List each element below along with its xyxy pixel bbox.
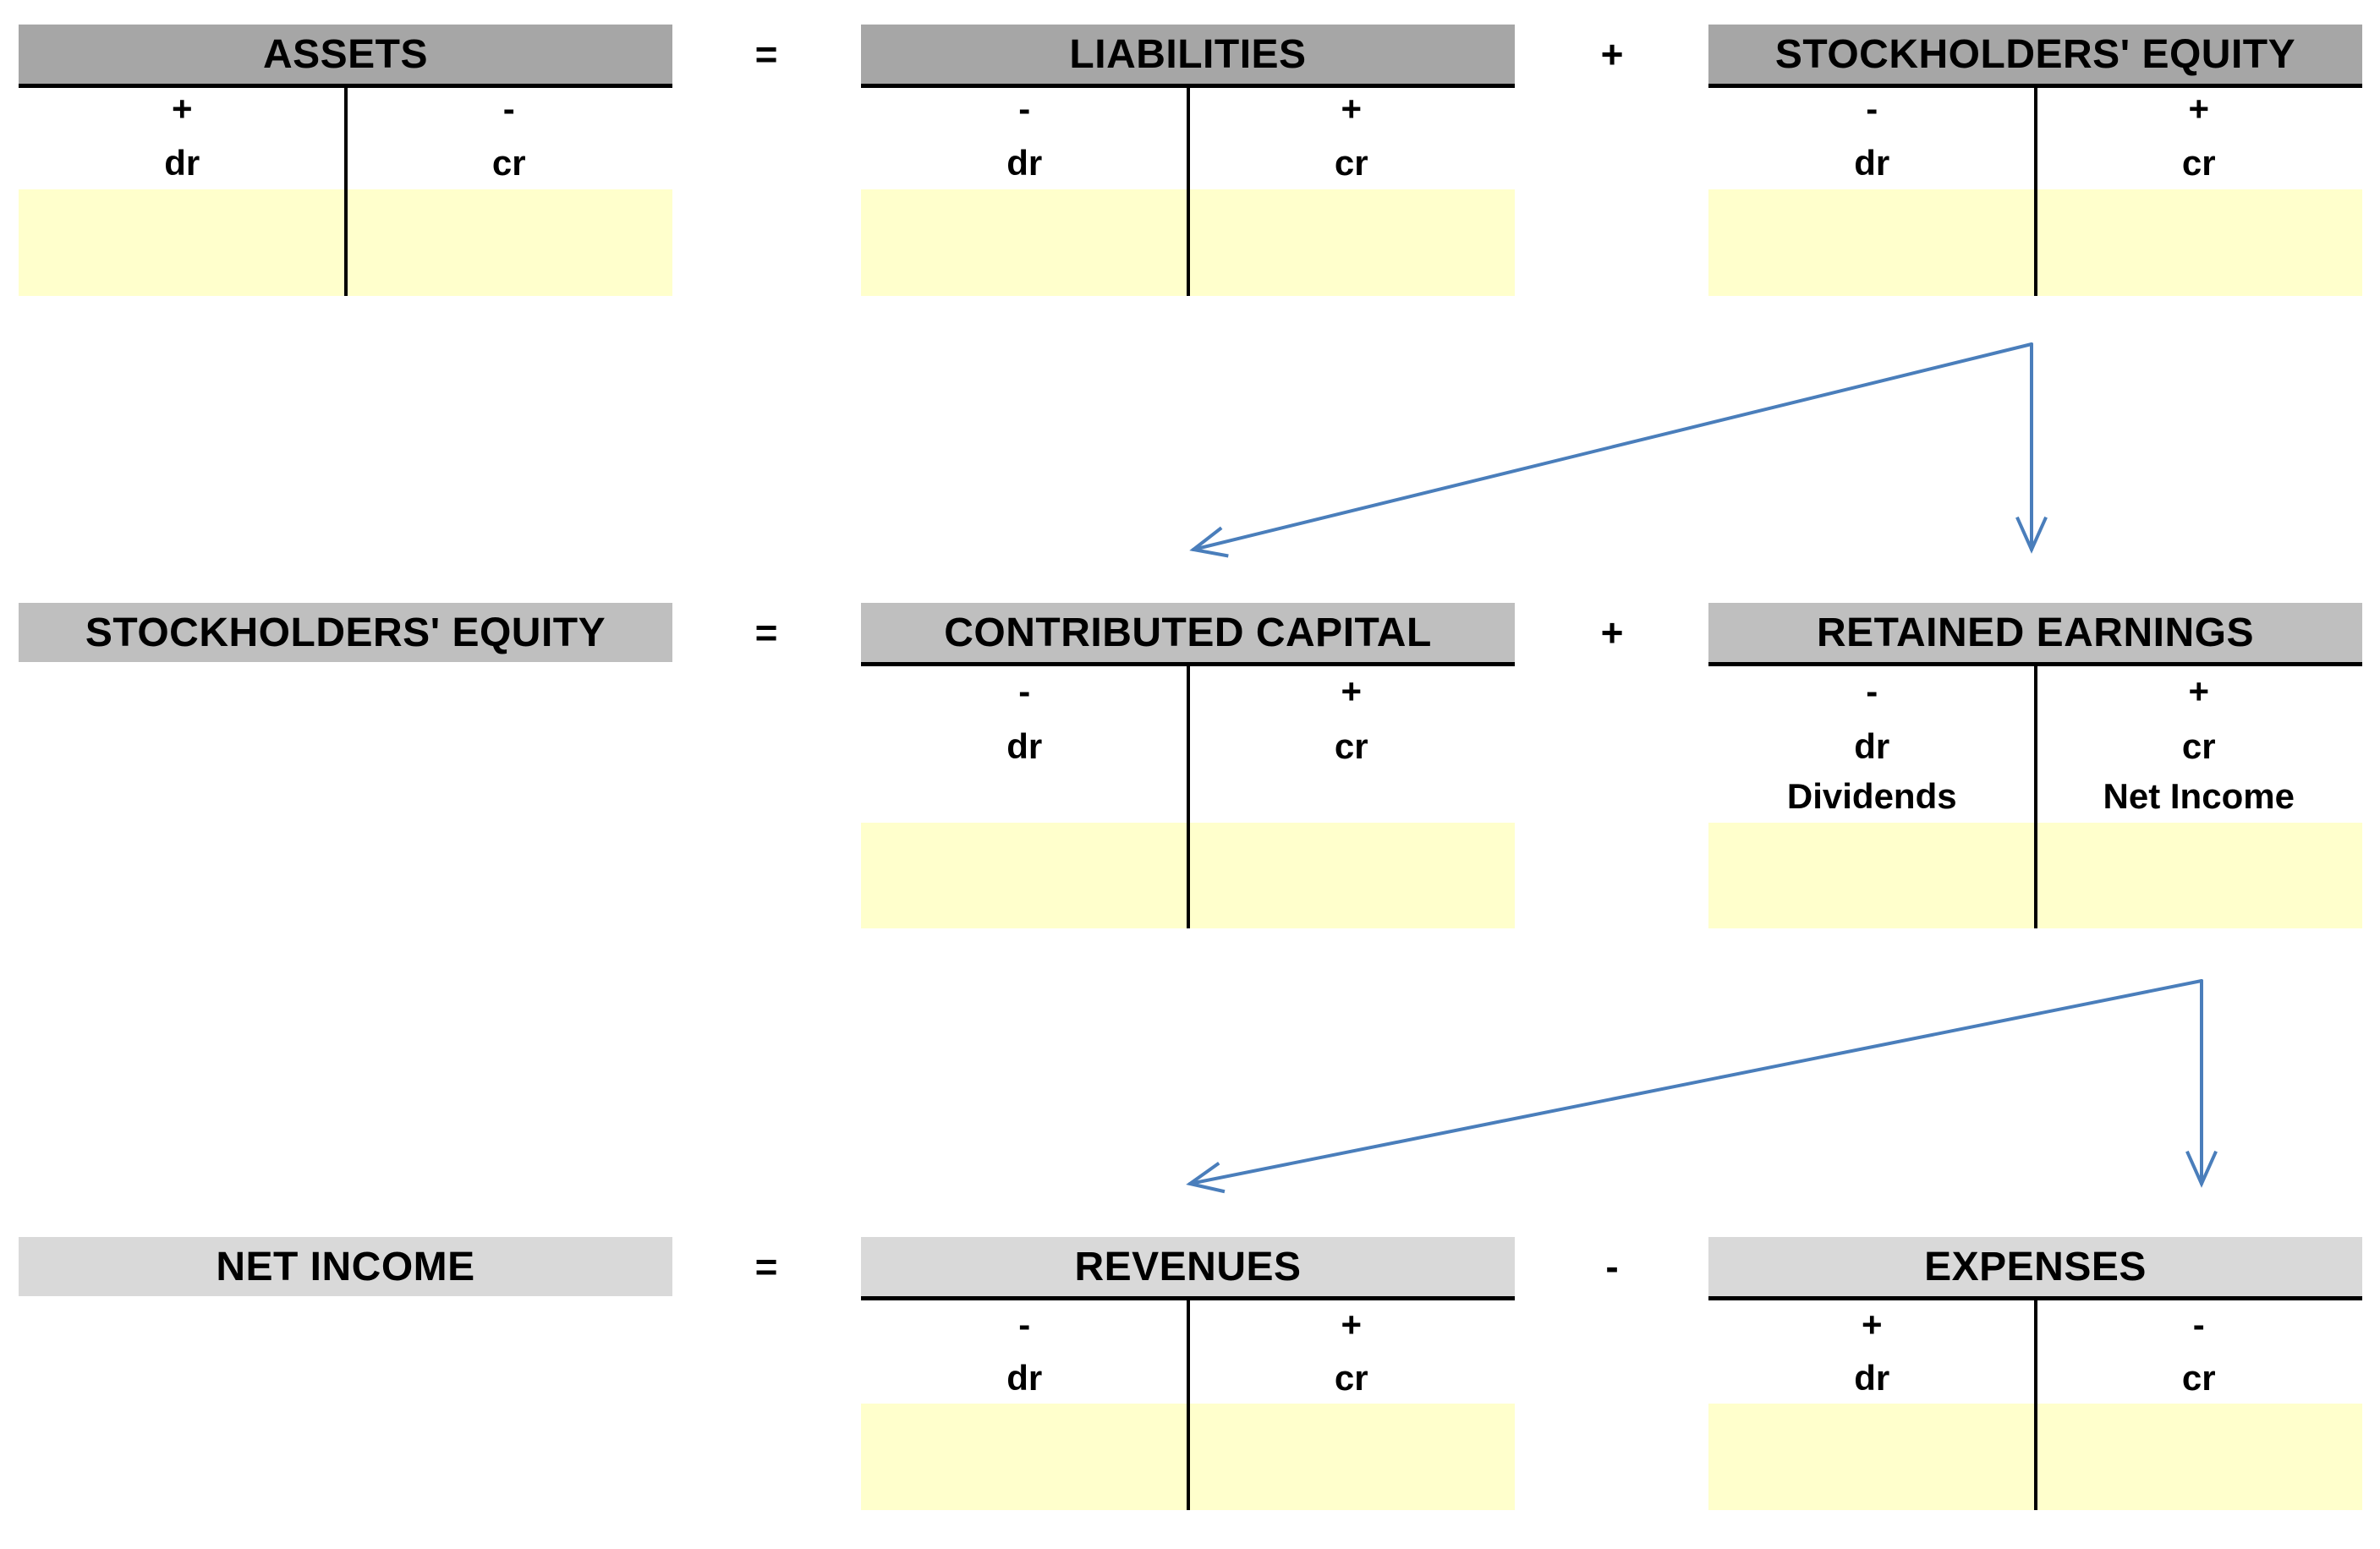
arrow-line-to-revenues [1188, 979, 2203, 1185]
arrows-layer [1186, 342, 2218, 1194]
arrow-line-to-contributed-capital [1192, 342, 2033, 551]
